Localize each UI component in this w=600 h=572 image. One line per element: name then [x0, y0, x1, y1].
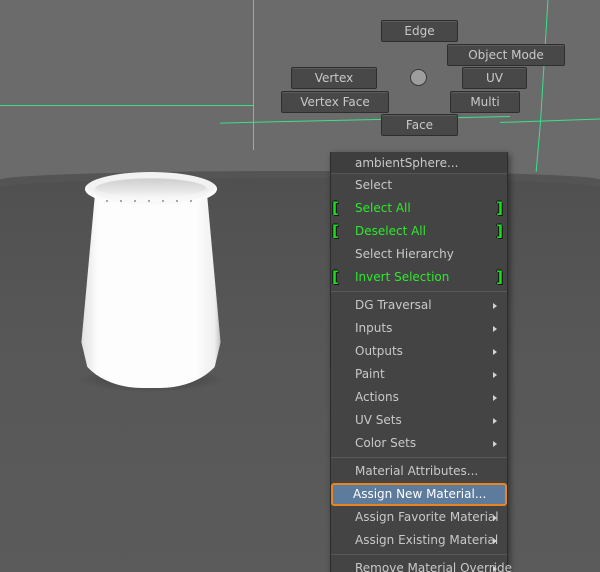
bracket-right-icon: ] [496, 222, 503, 240]
viewport-sky [0, 0, 600, 179]
menu-item-assign-new-material[interactable]: Assign New Material... [331, 483, 507, 506]
cup-vertex-dots [102, 200, 200, 206]
context-menu-title: ambientSphere... [331, 152, 507, 174]
cup-body [81, 180, 221, 388]
submenu-arrow-icon [493, 349, 497, 355]
mode-center-dot-icon[interactable] [410, 69, 427, 86]
menu-item-label: Select Hierarchy [355, 247, 454, 261]
menu-item-label: Select [355, 178, 393, 192]
menu-item-label: Inputs [355, 321, 393, 335]
menu-item-paint[interactable]: Paint [331, 363, 507, 386]
menu-item-actions[interactable]: Actions [331, 386, 507, 409]
menu-item-select-hierarchy[interactable]: Select Hierarchy [331, 243, 507, 266]
submenu-arrow-icon [493, 395, 497, 401]
grid-line-horizontal-left [0, 105, 254, 106]
menu-item-label: Assign Existing Material [355, 533, 499, 547]
menu-separator [331, 554, 507, 555]
submenu-arrow-icon [493, 418, 497, 424]
menu-item-label: Select All [355, 201, 411, 215]
menu-item-assign-favorite-material[interactable]: Assign Favorite Material [331, 506, 507, 529]
submenu-arrow-icon [493, 538, 497, 544]
menu-item-dg-traversal[interactable]: DG Traversal [331, 294, 507, 317]
menu-item-label: UV Sets [355, 413, 402, 427]
context-menu-items: Select [] Select All [] Deselect All Select H… [331, 174, 512, 572]
bracket-right-icon: ] [496, 199, 503, 217]
menu-item-uv-sets[interactable]: UV Sets [331, 409, 507, 432]
menu-item-label: Assign New Material... [353, 487, 487, 501]
bracket-left-icon: [ [332, 199, 339, 217]
menu-item-select-all[interactable]: [] Select All [331, 197, 507, 220]
menu-item-label: Assign Favorite Material [355, 510, 499, 524]
mode-button-vertex-face[interactable]: Vertex Face [281, 91, 389, 113]
mode-button-uv[interactable]: UV [462, 67, 527, 89]
menu-item-material-attributes[interactable]: Material Attributes... [331, 460, 507, 483]
menu-item-label: Actions [355, 390, 399, 404]
bracket-left-icon: [ [332, 268, 339, 286]
menu-item-inputs[interactable]: Inputs [331, 317, 507, 340]
menu-item-assign-existing-material[interactable]: Assign Existing Material [331, 529, 507, 552]
cup-3d-object[interactable] [72, 172, 230, 392]
menu-item-color-sets[interactable]: Color Sets [331, 432, 507, 455]
menu-item-label: Paint [355, 367, 385, 381]
submenu-arrow-icon [493, 372, 497, 378]
menu-item-label: Remove Material Override [355, 561, 512, 572]
maya-viewport-screen: Edge Object Mode Vertex UV Vertex Face M… [0, 0, 600, 572]
submenu-arrow-icon [493, 515, 497, 521]
menu-item-label: Outputs [355, 344, 403, 358]
mode-button-multi[interactable]: Multi [450, 91, 520, 113]
menu-item-label: Material Attributes... [355, 464, 479, 478]
submenu-arrow-icon [493, 566, 497, 572]
menu-separator [331, 291, 507, 292]
menu-item-deselect-all[interactable]: [] Deselect All [331, 220, 507, 243]
menu-item-outputs[interactable]: Outputs [331, 340, 507, 363]
submenu-arrow-icon [493, 441, 497, 447]
menu-item-remove-material-override[interactable]: Remove Material Override [331, 557, 512, 572]
menu-item-label: DG Traversal [355, 298, 432, 312]
cup-inner-cavity [96, 179, 206, 197]
context-menu: ambientSphere... Select [] Select All [] Des… [330, 152, 512, 572]
submenu-arrow-icon [493, 303, 497, 309]
bracket-left-icon: [ [332, 222, 339, 240]
bracket-right-icon: ] [496, 268, 503, 286]
mode-button-vertex[interactable]: Vertex [291, 67, 377, 89]
menu-item-select[interactable]: Select [331, 174, 507, 197]
grid-line-vertical-left [253, 0, 254, 150]
menu-item-label: Invert Selection [355, 270, 450, 284]
menu-item-label: Color Sets [355, 436, 417, 450]
mode-button-face[interactable]: Face [381, 114, 458, 136]
menu-item-invert-selection[interactable]: [] Invert Selection [331, 266, 507, 289]
submenu-arrow-icon [493, 326, 497, 332]
menu-item-label: Deselect All [355, 224, 426, 238]
mode-button-edge[interactable]: Edge [381, 20, 458, 42]
mode-button-object-mode[interactable]: Object Mode [447, 44, 565, 66]
menu-separator [331, 457, 507, 458]
